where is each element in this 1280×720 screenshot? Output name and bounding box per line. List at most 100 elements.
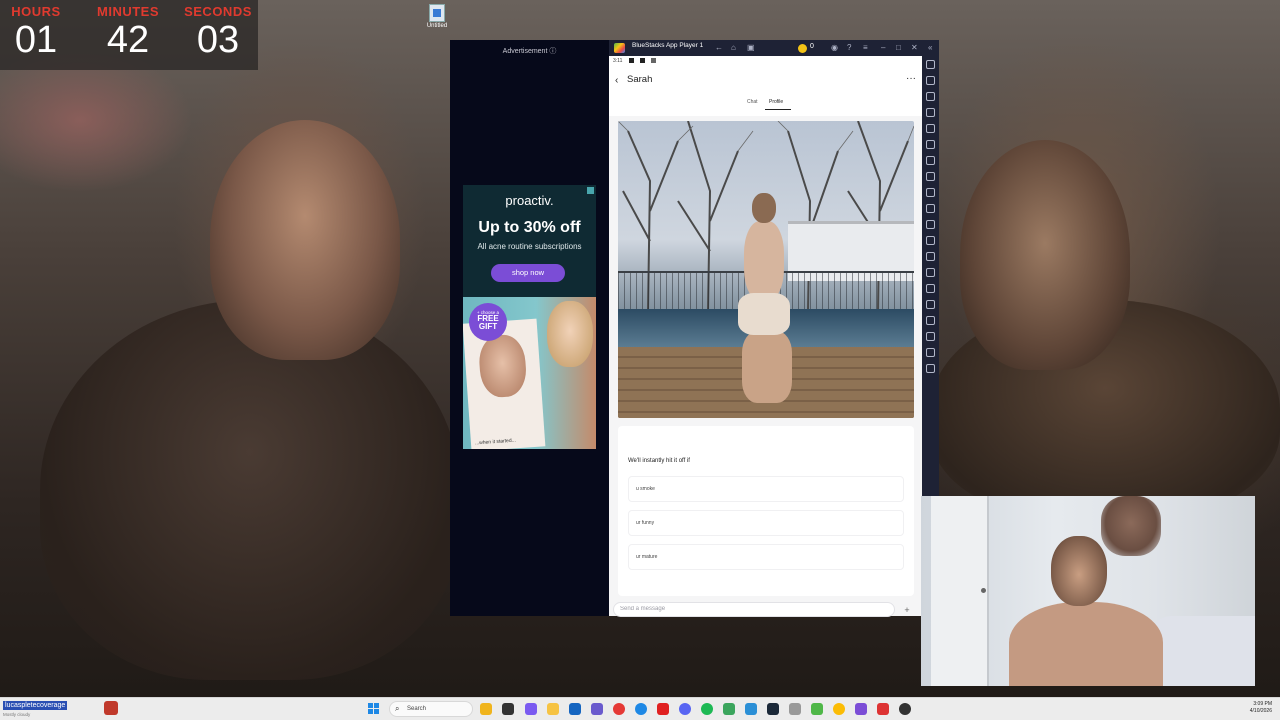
eco-mode-icon[interactable] bbox=[926, 268, 935, 277]
gamepad-icon[interactable] bbox=[926, 124, 935, 133]
apk-install-icon[interactable] bbox=[926, 236, 935, 245]
photo-person-torso bbox=[744, 221, 784, 301]
hours-label: HOURS bbox=[11, 4, 61, 19]
settings-app-icon[interactable] bbox=[789, 703, 801, 715]
desktop-shortcut[interactable]: Untitled bbox=[423, 4, 451, 29]
store-icon[interactable] bbox=[569, 703, 581, 715]
sync-icon[interactable] bbox=[926, 300, 935, 309]
help-icon[interactable]: ? bbox=[847, 43, 851, 53]
search-icon: ⌕ bbox=[395, 704, 400, 713]
volume-icon[interactable] bbox=[926, 76, 935, 85]
coin-count: 0 bbox=[810, 43, 814, 50]
android-screen: 3:11 ‹ Sarah ··· Chat Profile We'll inst… bbox=[609, 56, 922, 617]
status-icon-grid bbox=[629, 58, 634, 63]
ad-creative[interactable]: proactiv. Up to 30% off All acne routine… bbox=[463, 185, 596, 449]
minimize-icon[interactable]: – bbox=[881, 43, 885, 53]
opera-icon[interactable] bbox=[613, 703, 625, 715]
tab-chat[interactable]: Chat bbox=[747, 99, 758, 105]
media-folder-icon[interactable] bbox=[926, 284, 935, 293]
weather-widget-label[interactable]: lucaspletecoverage bbox=[3, 701, 68, 710]
wallpaper-figure-left bbox=[40, 300, 460, 680]
close-icon[interactable]: ✕ bbox=[911, 43, 918, 53]
location-icon[interactable] bbox=[926, 252, 935, 261]
ad-model-photo bbox=[547, 301, 593, 367]
bluestacks-titlebar[interactable]: BlueStacks App Player 1 ← ⌂ ▣ 0 ◉ ? ≡ – … bbox=[609, 40, 939, 56]
prompt-option[interactable]: ur funny bbox=[628, 510, 904, 536]
status-icon-square bbox=[640, 58, 645, 63]
youtube-icon[interactable] bbox=[657, 703, 669, 715]
layers-icon[interactable] bbox=[926, 332, 935, 341]
prompt-option[interactable]: u smoke bbox=[628, 476, 904, 502]
prompt-option-label: ur funny bbox=[636, 520, 655, 526]
message-composer bbox=[613, 602, 895, 617]
shop-now-button[interactable]: shop now bbox=[491, 264, 565, 282]
photo-person bbox=[730, 193, 800, 403]
shake-icon[interactable] bbox=[926, 156, 935, 165]
status-time: 3:11 bbox=[613, 58, 623, 64]
weather-widget-sub: Mostly cloudy bbox=[3, 712, 31, 717]
obs-icon[interactable] bbox=[899, 703, 911, 715]
screenshot-icon[interactable] bbox=[926, 204, 935, 213]
chevron-left-icon[interactable]: ‹ bbox=[615, 75, 618, 86]
collapse-sidebar-icon[interactable]: « bbox=[928, 43, 932, 53]
contact-name: Sarah bbox=[627, 74, 653, 85]
recent-apps-icon[interactable]: ▣ bbox=[747, 43, 755, 53]
screen-record-icon[interactable] bbox=[926, 92, 935, 101]
task-view-icon[interactable] bbox=[502, 703, 514, 715]
widgets-icon[interactable] bbox=[480, 703, 492, 715]
free-gift-big: FREE GIFT bbox=[477, 314, 499, 331]
fullscreen-icon[interactable] bbox=[926, 60, 935, 69]
bluestacks-taskbar-icon[interactable] bbox=[811, 703, 823, 715]
app-icon-red[interactable] bbox=[877, 703, 889, 715]
profile-photo[interactable] bbox=[618, 121, 914, 418]
multi-instance-icon[interactable] bbox=[926, 188, 935, 197]
steam-icon[interactable] bbox=[767, 703, 779, 715]
shield-icon[interactable] bbox=[104, 701, 118, 715]
sidebar-toggle-icon[interactable] bbox=[926, 364, 935, 373]
settings-icon[interactable] bbox=[926, 316, 935, 325]
discord-icon[interactable] bbox=[679, 703, 691, 715]
menu-icon[interactable]: ≡ bbox=[863, 43, 868, 53]
taskbar-search[interactable]: ⌕ Search bbox=[389, 701, 473, 717]
app-icon-purple[interactable] bbox=[855, 703, 867, 715]
tab-profile[interactable]: Profile bbox=[769, 99, 783, 105]
copilot-icon[interactable] bbox=[525, 703, 537, 715]
rotate-icon[interactable] bbox=[926, 140, 935, 149]
bluestacks-window: BlueStacks App Player 1 ← ⌂ ▣ 0 ◉ ? ≡ – … bbox=[609, 40, 939, 617]
prompt-card: We'll instantly hit it off if u smoke ur… bbox=[618, 426, 914, 596]
profile-icon[interactable]: ◉ bbox=[831, 43, 838, 53]
edge-icon[interactable] bbox=[635, 703, 647, 715]
clock-date: 4/10/2026 bbox=[1249, 708, 1272, 714]
macro-icon[interactable] bbox=[926, 172, 935, 181]
message-input[interactable] bbox=[620, 606, 880, 612]
camera-icon[interactable] bbox=[926, 220, 935, 229]
status-icon-card bbox=[651, 58, 656, 63]
maximize-icon[interactable]: □ bbox=[896, 43, 901, 53]
keyboard-icon[interactable] bbox=[926, 108, 935, 117]
home-icon[interactable]: ⌂ bbox=[731, 43, 736, 53]
chat-header: ‹ Sarah ··· Chat Profile bbox=[609, 66, 922, 116]
window-title: BlueStacks App Player 1 bbox=[632, 42, 704, 49]
wallpaper-figure-right-head bbox=[960, 140, 1130, 370]
chrome-icon[interactable] bbox=[833, 703, 845, 715]
gear-icon[interactable] bbox=[926, 348, 935, 357]
stream-timer: HOURS 01 MINUTES 42 SECONDS 03 bbox=[0, 0, 258, 70]
windows-start-icon[interactable] bbox=[368, 703, 380, 715]
photo-person-legs bbox=[742, 331, 792, 403]
prompt-option[interactable]: ur mature bbox=[628, 544, 904, 570]
webcam-door bbox=[931, 496, 989, 686]
back-nav-icon[interactable]: ← bbox=[715, 43, 723, 53]
more-horizontal-icon[interactable]: ··· bbox=[906, 73, 916, 84]
system-clock[interactable]: 3:09 PM 4/10/2026 bbox=[1250, 701, 1272, 715]
seconds-label: SECONDS bbox=[184, 4, 252, 19]
ad-headline: Up to 30% off bbox=[478, 219, 581, 236]
plus-icon[interactable]: + bbox=[901, 604, 913, 616]
ad-photo: + choose a FREE GIFT ...when it started.… bbox=[463, 297, 596, 449]
webcam-streamer-body bbox=[1009, 602, 1163, 686]
active-tab-indicator bbox=[765, 109, 791, 110]
teams-icon[interactable] bbox=[591, 703, 603, 715]
spotify-icon[interactable] bbox=[701, 703, 713, 715]
app-icon-green[interactable] bbox=[723, 703, 735, 715]
app-icon-blue[interactable] bbox=[745, 703, 757, 715]
file-explorer-icon[interactable] bbox=[547, 703, 559, 715]
